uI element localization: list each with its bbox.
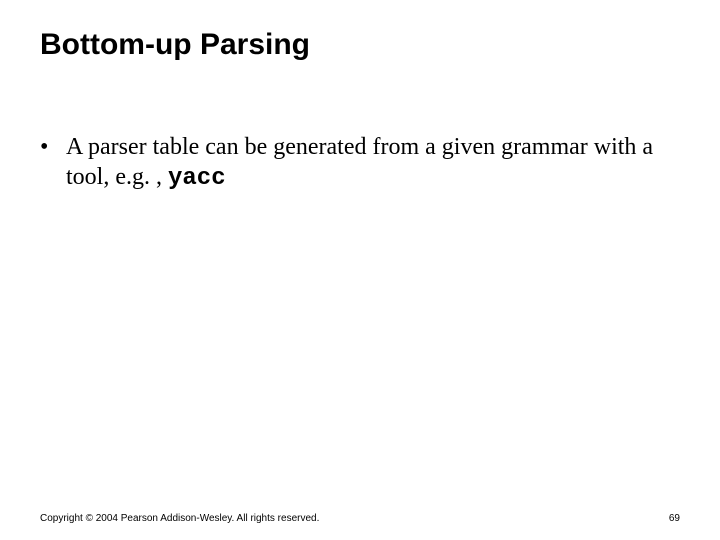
page-number: 69 bbox=[669, 513, 680, 524]
copyright-text: Copyright © 2004 Pearson Addison-Wesley.… bbox=[40, 513, 319, 524]
slide: Bottom-up Parsing • A parser table can b… bbox=[0, 0, 720, 540]
bullet-text-run: A parser table can be generated from a g… bbox=[66, 134, 653, 190]
bullet-dot: • bbox=[40, 132, 66, 162]
slide-body: • A parser table can be generated from a… bbox=[40, 132, 680, 194]
bullet-item: • A parser table can be generated from a… bbox=[40, 132, 680, 194]
slide-title: Bottom-up Parsing bbox=[40, 28, 680, 62]
code-token: yacc bbox=[168, 165, 226, 192]
footer: Copyright © 2004 Pearson Addison-Wesley.… bbox=[40, 513, 680, 524]
bullet-text: A parser table can be generated from a g… bbox=[66, 132, 680, 194]
